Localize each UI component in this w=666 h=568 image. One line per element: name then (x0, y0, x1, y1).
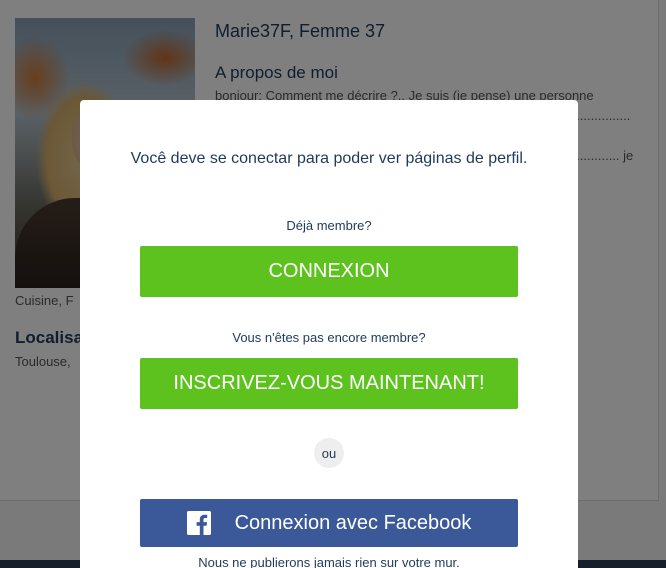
facebook-login-button[interactable]: Connexion avec Facebook (140, 499, 518, 547)
or-separator: ou (314, 438, 344, 468)
facebook-button-label: Connexion avec Facebook (234, 511, 472, 534)
modal-message: Você deve se conectar para poder ver pág… (130, 150, 528, 167)
not-member-prompt: Vous n'êtes pas encore membre? (232, 330, 426, 345)
facebook-disclaimer: Nous ne publierons jamais rien sur votre… (198, 555, 460, 568)
member-prompt: Déjà membre? (286, 218, 372, 233)
login-button[interactable]: CONNEXION (140, 246, 518, 297)
login-modal: Você deve se conectar para poder ver pág… (80, 100, 578, 568)
modal-overlay: Você deve se conectar para poder ver pág… (0, 0, 666, 568)
signup-button[interactable]: INSCRIVEZ-VOUS MAINTENANT! (140, 358, 518, 409)
facebook-icon (186, 511, 211, 535)
